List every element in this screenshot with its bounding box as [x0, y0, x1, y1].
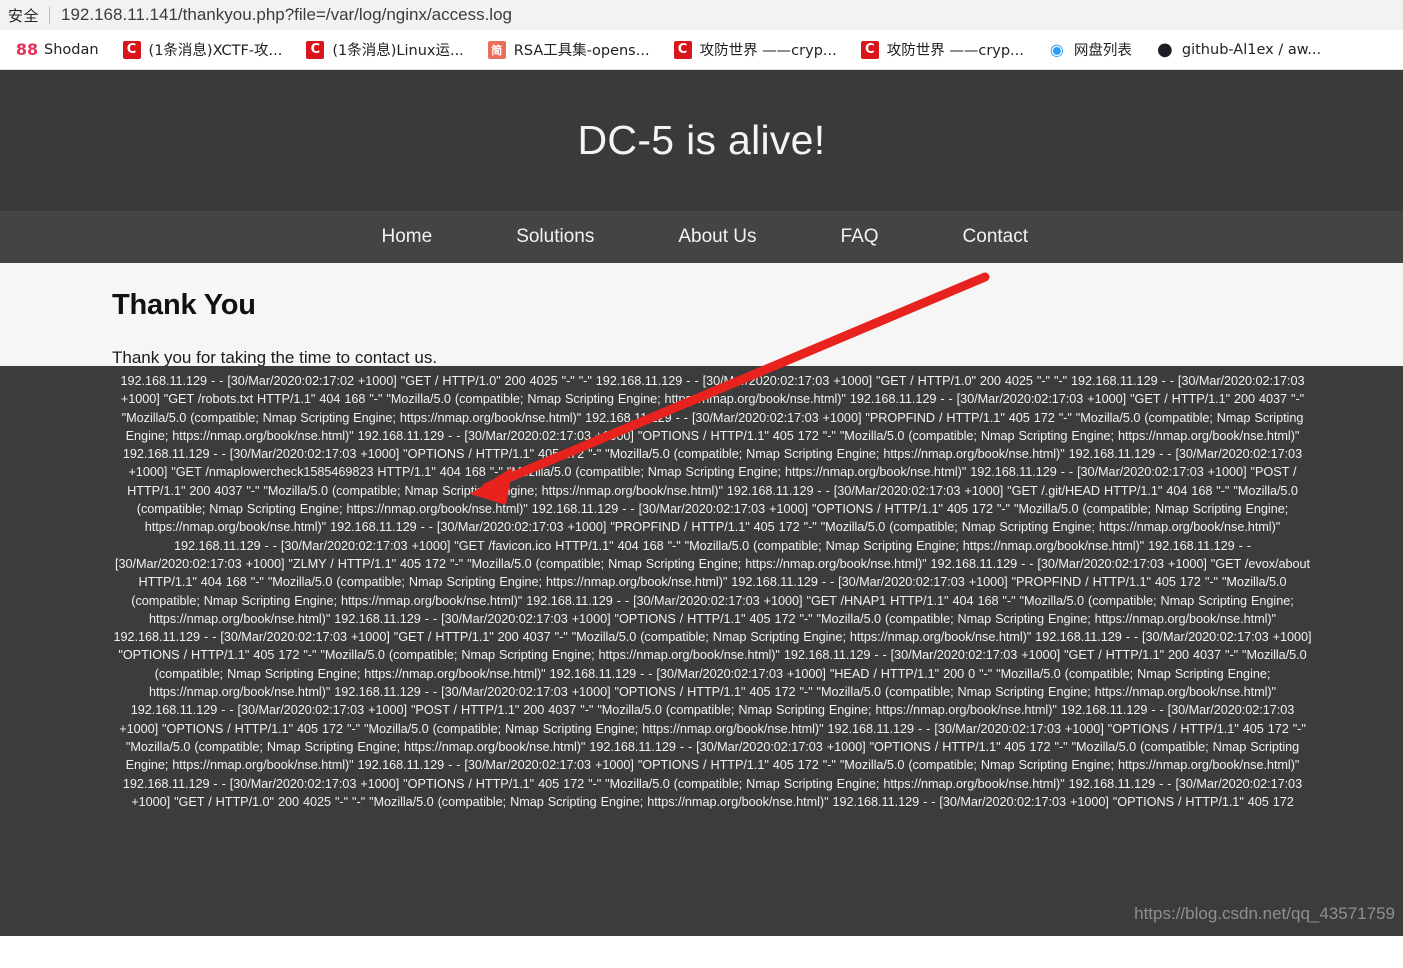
- nav-link-solutions[interactable]: Solutions: [516, 226, 594, 248]
- bookmark-item[interactable]: ◉ 网盘列表: [1048, 39, 1132, 60]
- bookmark-label: (1条消息)Linux运...: [332, 43, 464, 59]
- bookmark-item[interactable]: C 攻防世界 ——cryp...: [860, 39, 1024, 60]
- shodan-icon: 88: [15, 40, 39, 59]
- bookmark-item[interactable]: 88 Shodan: [15, 40, 99, 59]
- nav-link-contact[interactable]: Contact: [963, 226, 1028, 248]
- log-file-output: 192.168.11.129 - - [30/Mar/2020:02:17:02…: [0, 366, 1403, 936]
- csdn-icon: C: [122, 40, 141, 59]
- bookmark-label: 网盘列表: [1073, 43, 1132, 59]
- nav-link-faq[interactable]: FAQ: [841, 226, 879, 248]
- csdn-icon: C: [673, 40, 692, 59]
- nav-link-about-us[interactable]: About Us: [678, 226, 756, 248]
- access-log-content: 192.168.11.129 - - [30/Mar/2020:02:17:02…: [113, 374, 1312, 809]
- browser-omnibox[interactable]: 安全 192.168.11.141/thankyou.php?file=/var…: [0, 0, 1403, 30]
- bookmark-label: RSA工具集-opens...: [513, 43, 650, 59]
- csdn-icon: C: [860, 40, 879, 59]
- nav-link-home[interactable]: Home: [382, 226, 433, 248]
- omnibox-divider: [49, 6, 51, 24]
- page-title: DC-5 is alive!: [577, 117, 826, 163]
- jianshu-icon: 简: [487, 40, 506, 59]
- github-icon: ●: [1157, 39, 1173, 60]
- bookmark-label: Shodan: [44, 41, 99, 58]
- bookmark-label: (1条消息)XCTF-攻...: [148, 43, 283, 59]
- bookmarks-bar: 88 Shodan C (1条消息)XCTF-攻... C (1条消息)Linux运...…: [0, 30, 1403, 70]
- bookmark-item[interactable]: ● github-Al1ex / aw...: [1156, 39, 1322, 60]
- site-hero-banner: DC-5 is alive!: [0, 70, 1403, 211]
- security-status-label: 安全: [8, 6, 40, 25]
- section-body-text: Thank you for taking the time to contact…: [112, 348, 438, 367]
- bookmark-label: 攻防世界 ——cryp...: [886, 43, 1024, 59]
- section-heading: Thank You: [112, 289, 256, 321]
- thank-you-section: Thank You Thank you for taking the time …: [0, 263, 1403, 367]
- bookmark-item[interactable]: C 攻防世界 ——cryp...: [673, 39, 837, 60]
- bookmark-item[interactable]: 简 RSA工具集-opens...: [487, 39, 650, 60]
- blog-watermark: https://blog.csdn.net/qq_43571759: [1134, 904, 1395, 923]
- address-bar-url[interactable]: 192.168.11.141/thankyou.php?file=/var/lo…: [61, 5, 512, 25]
- pan-icon: ◉: [1049, 40, 1064, 59]
- bookmark-label: 攻防世界 ——cryp...: [699, 43, 837, 59]
- bookmark-item[interactable]: C (1条消息)XCTF-攻...: [122, 39, 283, 60]
- bookmark-label: github-Al1ex / aw...: [1181, 41, 1322, 58]
- site-navigation: Home Solutions About Us FAQ Contact: [0, 211, 1403, 263]
- csdn-icon: C: [306, 40, 325, 59]
- bookmark-item[interactable]: C (1条消息)Linux运...: [306, 39, 464, 60]
